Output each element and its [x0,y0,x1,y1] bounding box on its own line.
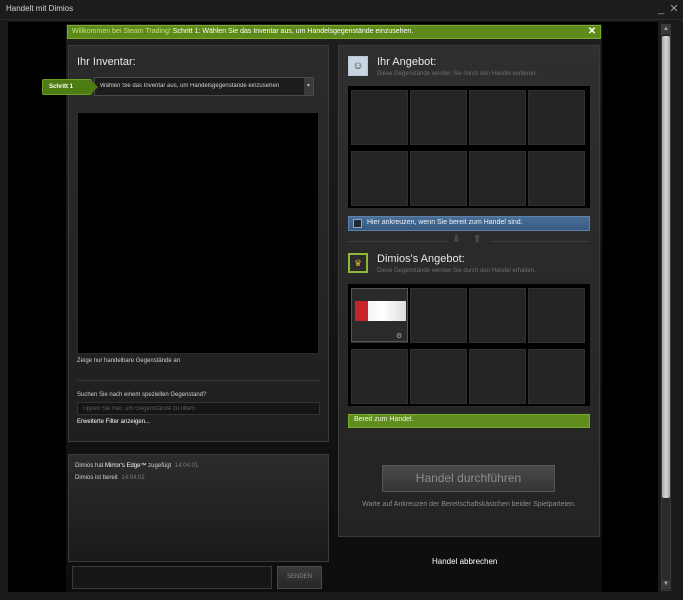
trade-slot[interactable] [410,349,467,404]
scrollbar-thumb[interactable] [662,36,670,498]
banner-welcome: Willkommen bei Steam Trading! [72,28,171,35]
mirrors-edge-game-icon [355,301,406,321]
trade-slot[interactable] [410,288,467,343]
inventory-title: Ihr Inventar: [77,56,136,68]
your-offer-title: Ihr Angebot: [377,56,437,68]
your-offer-slots [348,86,590,208]
chat-text: Dimios hat [75,463,106,469]
window-title: Handelt mit Dimios [6,4,74,13]
trade-slot[interactable] [351,151,408,206]
advanced-filter-link[interactable]: Erweiterte Filter anzeigen... [77,419,150,425]
item-banner-red-stripe [355,301,368,321]
your-offer-description: Diese Gegenstände werden Sie durch den H… [377,71,538,77]
banner-text: Willkommen bei Steam Trading! Schritt 1:… [72,28,413,35]
step-badge-pointer [90,79,98,95]
trade-slot[interactable] [528,151,585,206]
trade-slot[interactable] [351,90,408,145]
trade-slot[interactable] [410,90,467,145]
item-badge-icon: ⚙ [396,333,403,340]
welcome-banner: Willkommen bei Steam Trading! Schritt 1:… [67,25,601,39]
chat-timestamp: 14:04:02 [121,475,145,481]
troll-face-avatar-icon: ☺ [352,60,364,72]
waiting-note: Warte auf Ankreuzen der Bereitschaftskäs… [362,501,576,508]
ready-checkbox-label[interactable]: Hier ankreuzen, wenn Sie bereit zum Hand… [367,219,523,226]
partner-avatar: ♛ [348,253,368,273]
divider [348,241,448,242]
banner-step: Schritt 1: Wählen Sie das Inventar aus, … [172,28,414,35]
inventory-grid[interactable] [77,112,319,354]
tradable-only-note: Zeige nur handelbare Gegenstände an [77,358,181,364]
offered-item-slot[interactable]: ⚙ [351,288,408,342]
divider [490,241,590,242]
trade-slot[interactable] [528,288,585,343]
crown-avatar-icon: ♛ [353,258,363,268]
arrow-down-icon: ⬇ [452,234,461,245]
cancel-trade-link[interactable]: Handel abbrechen [432,557,497,566]
your-avatar: ☺ [348,56,368,76]
partner-ready-status: Bereit zum Handel. [354,416,414,423]
trade-slot[interactable] [528,90,585,145]
minimize-icon[interactable]: _ [654,2,668,16]
send-button[interactable]: SENDEN [277,566,322,589]
step-badge: Schritt 1 [42,79,92,95]
chevron-down-icon[interactable]: ▾ [304,78,313,95]
partner-offer-description: Diese Gegenstände werden Sie durch den H… [377,268,536,274]
window-titlebar: Handelt mit Dimios _ ✕ [0,0,683,20]
scroll-down-icon[interactable]: ▼ [662,580,670,589]
trade-slot[interactable] [469,90,526,145]
trade-slot[interactable] [469,151,526,206]
close-icon[interactable]: ✕ [667,2,681,16]
chat-log-panel [68,454,329,562]
trade-slot[interactable] [410,151,467,206]
trade-slot[interactable] [469,349,526,404]
execute-trade-button[interactable]: Handel durchführen [382,465,555,492]
banner-close-icon[interactable]: ✕ [587,26,597,38]
chat-message: Dimios ist bereit 14:04:02 [75,475,145,481]
ready-checkbox[interactable] [353,219,362,228]
trade-slot[interactable] [469,288,526,343]
chat-text: Dimios ist bereit [75,475,118,481]
chat-item-name: Mirror's Edge™ [105,463,147,469]
search-label: Suchen Sie nach einem speziellen Gegenst… [77,392,207,398]
arrow-up-icon: ⬆ [473,234,482,245]
partner-offer-title: Dimios's Angebot: [377,253,465,265]
search-input[interactable] [77,402,320,415]
chat-text: zugefügt [146,463,172,469]
scroll-up-icon[interactable]: ▲ [662,25,670,34]
chat-input[interactable] [72,566,272,589]
chat-timestamp: 14:04:01 [174,463,199,469]
divider [77,380,319,381]
trade-slot[interactable] [528,349,585,404]
inventory-select[interactable]: Wählen Sie das Inventar aus, um Handelsg… [94,77,314,96]
inventory-select-value: Wählen Sie das Inventar aus, um Handelsg… [100,83,280,89]
chat-message: Dimios hat Mirror's Edge™ zugefügt 14:04… [75,463,198,469]
trade-slot[interactable] [351,349,408,404]
